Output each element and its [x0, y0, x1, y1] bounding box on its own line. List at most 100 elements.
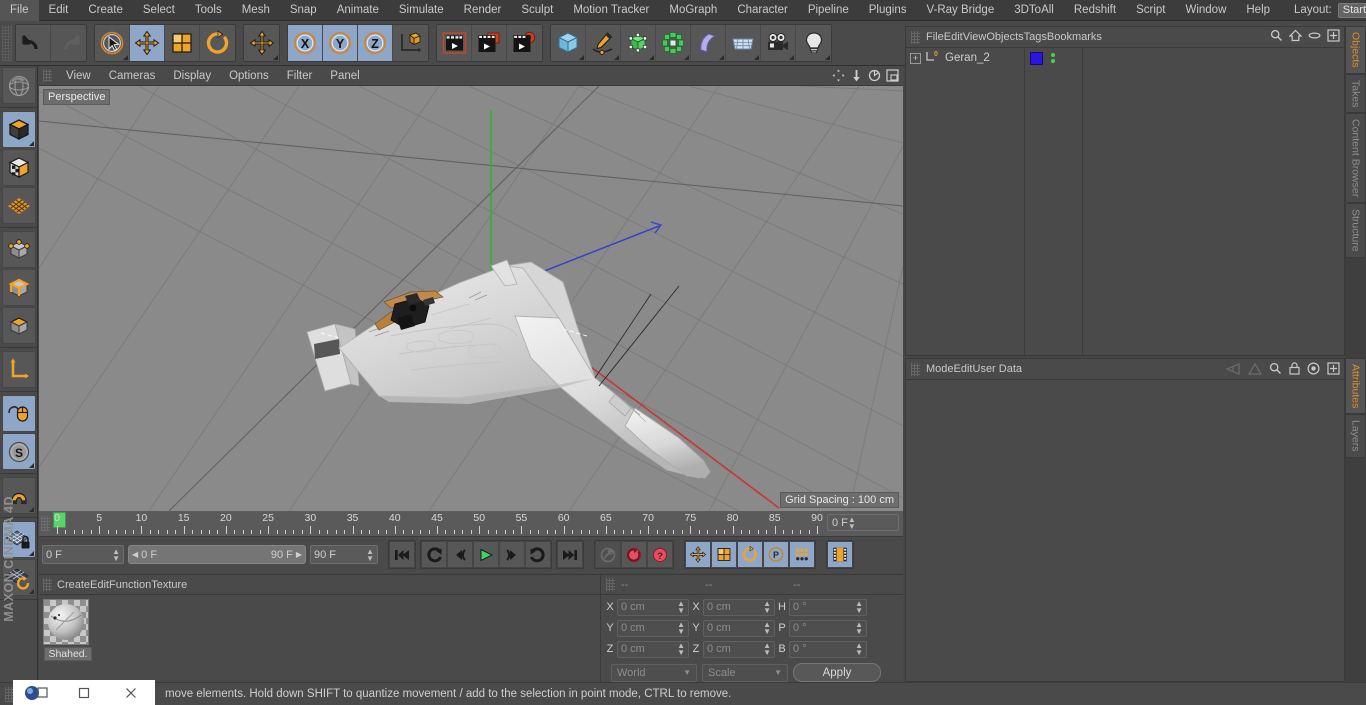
coordinate-grip[interactable]	[606, 578, 615, 591]
position-y-field[interactable]: 0 cm ▲ ▼	[617, 619, 689, 637]
menu-item-script[interactable]: Script	[1126, 0, 1175, 21]
pla-key-button[interactable]: P	[763, 541, 789, 568]
maximize-icon[interactable]	[884, 67, 900, 84]
perspective-viewport[interactable]: Perspective Grid Spacing : 100 cm	[39, 86, 903, 511]
object-tree[interactable]: + 0 Geran_2	[906, 48, 1344, 355]
spinner-icon[interactable]: ▲ ▼	[855, 621, 863, 636]
step-back-button[interactable]	[447, 541, 473, 568]
close-icon[interactable]	[108, 686, 155, 700]
object-menu-objects[interactable]: Objects	[986, 31, 1023, 43]
spinner-icon[interactable]: ▲ ▼	[677, 621, 685, 636]
menu-item-sculpt[interactable]: Sculpt	[511, 0, 563, 21]
world-object-coordinates-button[interactable]	[393, 25, 428, 61]
timeline-ruler[interactable]: 0 5 10 15 20 25 30 35 40 45 50 55 60 65 70 75 80 85 90 0 F…	[39, 511, 903, 537]
lock-z-axis-button[interactable]: Z	[358, 25, 393, 61]
vtab-attributes[interactable]: Attributes	[1345, 358, 1366, 415]
size-x-field[interactable]: 0 cm ▲ ▼	[703, 598, 775, 616]
toolbar-grip[interactable]	[2, 25, 12, 61]
add-cube-button[interactable]	[551, 25, 586, 61]
menu-item-create[interactable]: Create	[78, 0, 133, 21]
workplane-mode-button[interactable]	[2, 187, 36, 224]
lock-icon[interactable]	[1289, 362, 1300, 378]
apply-button[interactable]: Apply	[793, 663, 881, 682]
attributes-content[interactable]	[906, 380, 1344, 681]
visibility-dot-render[interactable]	[1051, 59, 1055, 63]
visibility-dot-editor[interactable]	[1051, 53, 1055, 57]
object-menu-view[interactable]: View	[963, 31, 987, 43]
menu-item-3dtoall[interactable]: 3DToAll	[1004, 0, 1064, 21]
vtab-content-browser[interactable]: Content Browser	[1345, 113, 1366, 204]
menu-item-v-ray-bridge[interactable]: V-Ray Bridge	[916, 0, 1004, 21]
spinner-icon[interactable]: ▲ ▼	[763, 621, 771, 636]
lock-y-axis-button[interactable]: Y	[323, 25, 358, 61]
keyframe-selection-button[interactable]: ?	[647, 541, 673, 568]
coordinate-system-dropdown[interactable]: World ▼	[611, 663, 697, 682]
go-to-next-key-button[interactable]	[525, 541, 551, 568]
rotation-p-field[interactable]: 0 ° ▲ ▼	[789, 619, 867, 637]
spinner-icon[interactable]: ▲ ▼	[677, 600, 685, 615]
point-level-animation-button[interactable]	[789, 541, 815, 568]
viewport-grip[interactable]	[43, 69, 52, 82]
attributes-grip[interactable]	[911, 362, 920, 376]
vtab-objects[interactable]: Objects	[1345, 26, 1366, 74]
play-button[interactable]	[473, 541, 499, 568]
material-grip[interactable]	[43, 578, 52, 591]
menu-item-pipeline[interactable]: Pipeline	[798, 0, 859, 21]
open-timeline-button[interactable]	[827, 541, 853, 568]
add-spline-button[interactable]	[586, 25, 621, 61]
object-visibility-dots[interactable]	[1051, 53, 1055, 63]
menu-item-help[interactable]: Help	[1236, 0, 1280, 21]
rotate-tool[interactable]	[200, 25, 235, 61]
object-menu-tags[interactable]: Tags	[1024, 31, 1047, 43]
object-menu-file[interactable]: File	[926, 31, 944, 43]
viewport-menu-panel[interactable]: Panel	[321, 70, 368, 82]
menu-item-edit[interactable]: Edit	[39, 0, 79, 21]
menu-item-plugins[interactable]: Plugins	[859, 0, 917, 21]
position-key-button[interactable]	[685, 541, 711, 568]
vtab-structure[interactable]: Structure	[1345, 203, 1366, 258]
object-menu-bookmarks[interactable]: Bookmarks	[1047, 31, 1102, 43]
edges-mode-button[interactable]	[2, 269, 36, 306]
rotation-key-button[interactable]	[737, 541, 763, 568]
material-item[interactable]: Shahed.	[43, 599, 93, 661]
timeline-track[interactable]: 0 5 10 15 20 25 30 35 40 45 50 55 60 65 70 75 80 85 90	[53, 511, 823, 537]
dolly-icon[interactable]	[848, 67, 864, 84]
snap-settings-button[interactable]: S	[2, 433, 36, 470]
global-move-tool[interactable]	[244, 25, 279, 61]
material-menu-create[interactable]: Create	[57, 579, 90, 591]
add-light-button[interactable]	[796, 25, 831, 61]
record-active-objects-button[interactable]	[595, 541, 621, 568]
menu-item-mograph[interactable]: MoGraph	[659, 0, 727, 21]
object-axis-mode-button[interactable]	[2, 351, 36, 388]
current-frame-field[interactable]: 0 F ▲ ▼	[42, 545, 124, 564]
attributes-menu-edit[interactable]: Edit	[954, 363, 973, 375]
maximize-icon[interactable]	[60, 686, 107, 700]
autokeying-button[interactable]	[621, 541, 647, 568]
material-list[interactable]: Shahed.	[39, 595, 600, 682]
pan-icon[interactable]	[830, 67, 846, 84]
range-left-arrow-icon[interactable]: ◀	[132, 550, 138, 559]
viewport-menu-filter[interactable]: Filter	[278, 70, 322, 82]
menu-item-file[interactable]: File	[0, 0, 39, 21]
add-camera-button[interactable]	[761, 25, 796, 61]
menu-item-select[interactable]: Select	[133, 0, 185, 21]
vtab-layers[interactable]: Layers	[1345, 414, 1366, 458]
ellipse-icon[interactable]	[1308, 29, 1321, 45]
rotation-b-field[interactable]: 0 ° ▲ ▼	[789, 640, 867, 658]
add-scene-object-button[interactable]	[726, 25, 761, 61]
timeline-grip[interactable]	[41, 516, 50, 531]
rotate-icon[interactable]	[866, 67, 882, 84]
render-to-picture-viewer-button[interactable]	[472, 25, 507, 61]
plus-box-icon[interactable]	[1327, 362, 1340, 378]
preview-end-field[interactable]: 0 F ▲ ▼	[827, 514, 899, 531]
object-manager-grip[interactable]	[911, 30, 920, 44]
add-deformer-button[interactable]	[691, 25, 726, 61]
spinner-icon[interactable]: ▲ ▼	[763, 600, 771, 615]
menu-item-mesh[interactable]: Mesh	[232, 0, 280, 21]
position-x-field[interactable]: 0 cm ▲ ▼	[617, 598, 689, 616]
step-forward-button[interactable]	[499, 541, 525, 568]
spinner-icon[interactable]: ▲ ▼	[112, 547, 120, 562]
menu-item-motion-tracker[interactable]: Motion Tracker	[563, 0, 659, 21]
add-generator-button[interactable]	[621, 25, 656, 61]
spinner-icon[interactable]: ▲ ▼	[677, 642, 685, 657]
